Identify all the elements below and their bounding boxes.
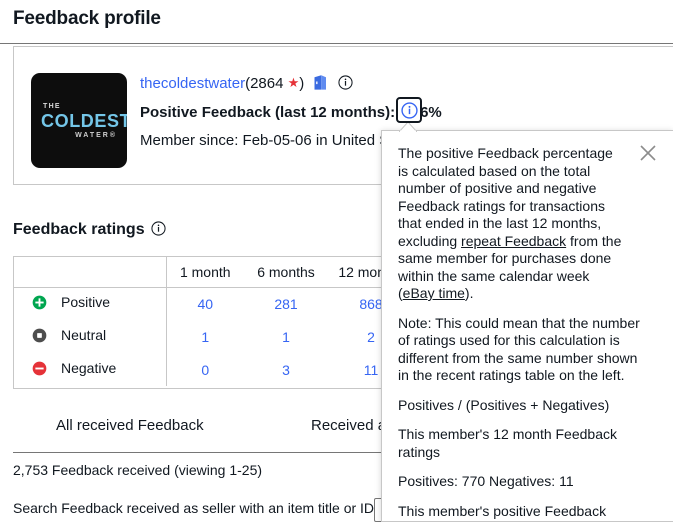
popover-paragraph-member-ratings: This member's 12 month Feedback ratings	[398, 426, 617, 460]
row-label-neutral: Neutral	[14, 320, 167, 353]
info-icon	[400, 101, 418, 119]
row-label-text: Negative	[61, 360, 117, 376]
column-header-1-month: 1 month	[166, 257, 244, 288]
column-header-blank	[14, 257, 167, 288]
cell-link[interactable]: 40	[197, 296, 213, 312]
minus-circle-icon	[32, 361, 47, 379]
header-divider	[0, 43, 673, 44]
cell-link[interactable]: 3	[282, 362, 290, 378]
popover-paragraph-percentage-label: This member's positive Feedback percenta…	[398, 502, 607, 522]
cell-link[interactable]: 11	[364, 362, 379, 378]
dot-circle-icon	[32, 328, 47, 346]
column-header-6-months: 6 months	[244, 257, 328, 288]
cell-positive-6-months[interactable]: 281	[244, 287, 328, 320]
positive-feedback-label: Positive Feedback (last 12 months): 98.6…	[140, 104, 442, 121]
row-label-text: Neutral	[61, 327, 107, 343]
avatar: THE COLDEST WATER®	[31, 73, 127, 168]
info-icon[interactable]	[151, 221, 166, 241]
cell-link[interactable]: 2	[367, 329, 375, 345]
cell-negative-6-months[interactable]: 3	[244, 353, 328, 386]
positive-feedback-popover: The positive Feedback percentage is calc…	[381, 130, 673, 522]
feedback-ratings-heading: Feedback ratings	[13, 221, 166, 241]
row-label-text: Positive	[61, 294, 111, 311]
cell-link[interactable]: 0	[201, 362, 209, 378]
cell-link[interactable]: 281	[274, 296, 297, 312]
cell-negative-1-month[interactable]: 0	[166, 353, 244, 386]
repeat-feedback-link[interactable]: repeat Feedback	[461, 233, 566, 249]
popover-arrow	[399, 122, 417, 132]
cell-link[interactable]: 1	[201, 329, 209, 345]
row-label-negative: Negative	[14, 353, 167, 386]
star-icon: ★	[287, 75, 300, 90]
popover-paragraph-formula: Positives / (Positives + Negatives)	[398, 396, 610, 413]
feedback-ratings-heading-text: Feedback ratings	[13, 221, 145, 238]
popover-paragraph-note: Note: This could mean that the number of…	[398, 314, 640, 384]
info-icon[interactable]	[338, 75, 353, 96]
plus-circle-icon	[32, 295, 47, 313]
avatar-text-water: WATER®	[75, 132, 117, 139]
store-icon[interactable]	[313, 74, 328, 97]
cell-link[interactable]: 1	[282, 329, 290, 345]
row-label-positive: Positive	[14, 287, 167, 320]
popover-paragraph-definition: The positive Feedback percentage is calc…	[398, 145, 657, 303]
page-title: Feedback profile	[13, 8, 161, 29]
avatar-text-main: COLDEST	[41, 111, 127, 131]
feedback-count-text: 2,753 Feedback received (viewing 1-25)	[13, 462, 263, 478]
ebay-time-link[interactable]: eBay time	[403, 285, 465, 301]
positive-feedback-info-button[interactable]	[396, 97, 422, 123]
search-feedback-label: Search Feedback received as seller with …	[13, 500, 378, 516]
feedback-score: 2864	[250, 75, 284, 92]
avatar-text-the: THE	[43, 103, 61, 110]
close-icon[interactable]	[636, 141, 660, 165]
seller-name-link[interactable]: thecoldestwater	[140, 75, 245, 92]
score-close-paren: )	[299, 75, 305, 92]
popover-paragraph-counts: Positives: 770 Negatives: 11	[398, 473, 574, 489]
seller-name-row: thecoldestwater(2864 ★)	[140, 72, 540, 97]
popover-text-part-3: ).	[464, 285, 474, 301]
tab-all-received-feedback[interactable]: All received Feedback	[56, 417, 204, 434]
cell-neutral-6-months[interactable]: 1	[244, 320, 328, 353]
cell-positive-1-month[interactable]: 40	[166, 287, 244, 320]
cell-link[interactable]: 868	[359, 296, 382, 312]
cell-neutral-1-month[interactable]: 1	[166, 320, 244, 353]
feedback-profile-page: Feedback profile THE COLDEST WATER® thec…	[0, 0, 673, 522]
